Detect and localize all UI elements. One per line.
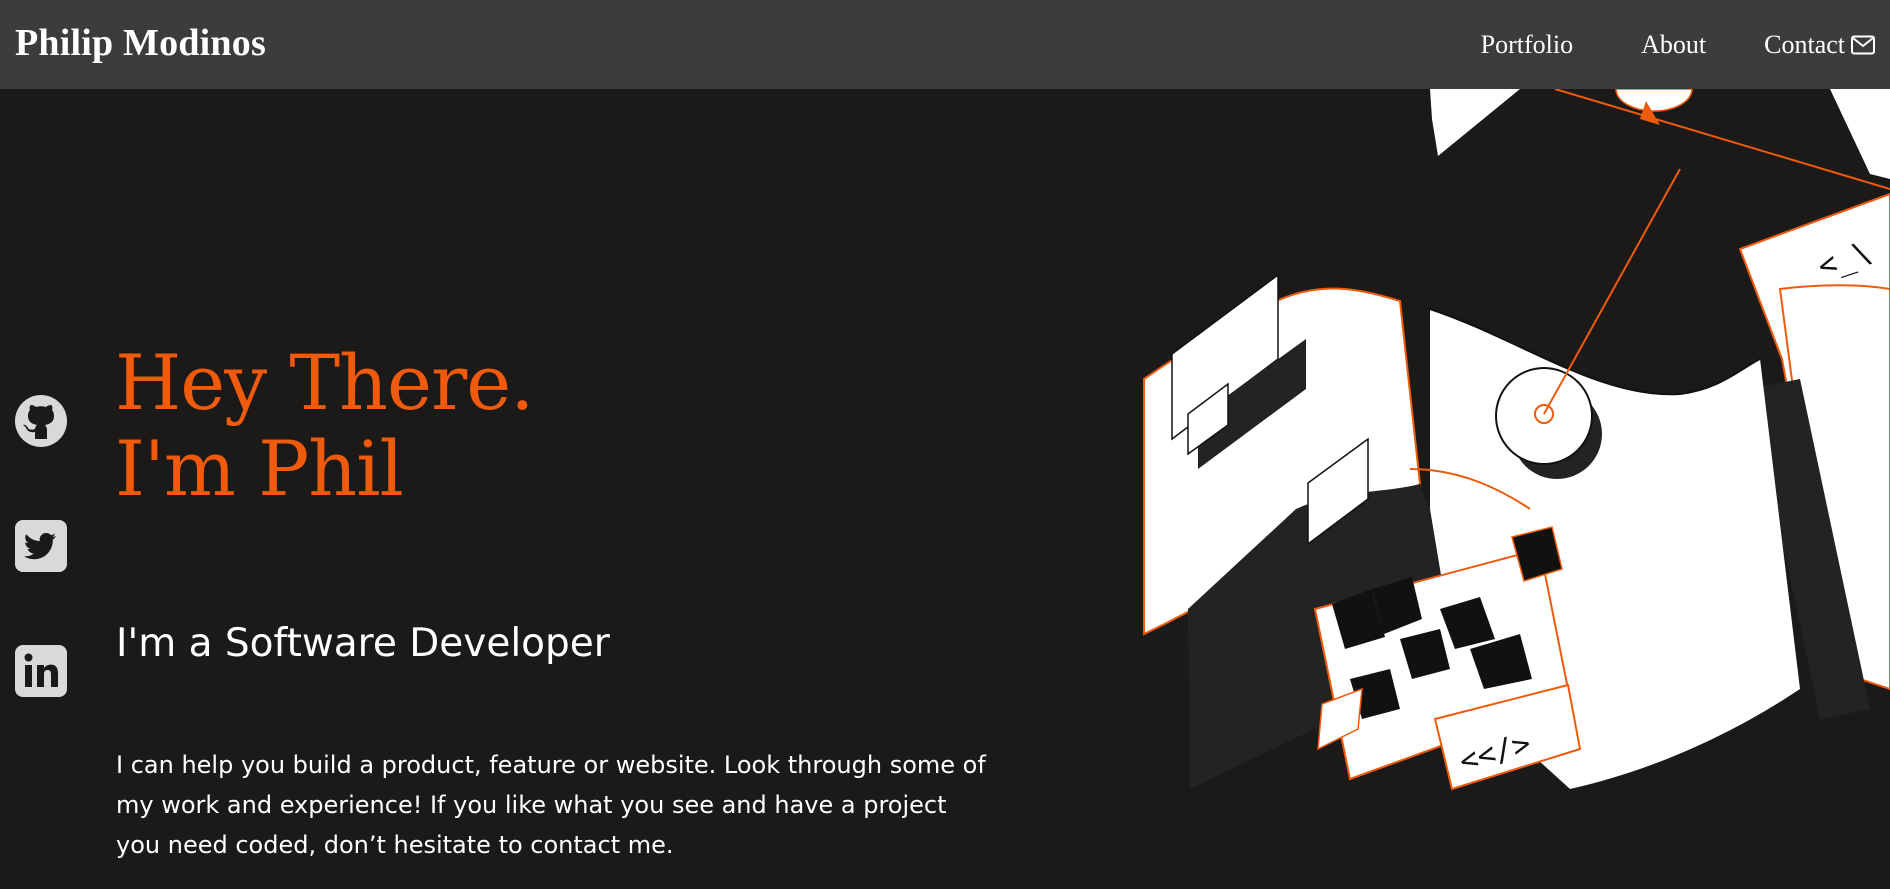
navbar: Philip Modinos Portfolio About Contact [0, 0, 1890, 89]
nav-contact-link[interactable]: Contact [1764, 30, 1875, 60]
hero-intro-paragraph: I can help you build a product, feature … [116, 751, 986, 859]
nav-portfolio-label: Portfolio [1480, 29, 1574, 59]
hero-illustration: <_\ <</> [1143, 89, 1890, 791]
github-link[interactable] [15, 395, 67, 447]
nav-portfolio-link[interactable]: Portfolio [1481, 30, 1573, 60]
hero-section: <_\ <</> Hey There. I'm Phil I'm a Softw… [0, 89, 1890, 889]
nav-links: Portfolio About Contact [1481, 0, 1875, 89]
mail-icon [1851, 35, 1875, 54]
nav-contact-label: Contact [1764, 29, 1845, 59]
headline-line-2: I'm Phil [115, 424, 404, 513]
nav-about-link[interactable]: About [1641, 30, 1706, 60]
twitter-icon [15, 520, 67, 572]
linkedin-icon [15, 645, 67, 697]
hero-headline: Hey There. I'm Phil [115, 338, 534, 513]
headline-line-1: Hey There. [115, 338, 534, 427]
linkedin-link[interactable] [15, 645, 67, 697]
hero-subheading: I'm a Software Developer [116, 621, 610, 666]
github-icon [15, 395, 67, 447]
nav-about-label: About [1641, 29, 1707, 59]
brand-logo[interactable]: Philip Modinos [15, 21, 266, 65]
twitter-link[interactable] [15, 520, 67, 572]
